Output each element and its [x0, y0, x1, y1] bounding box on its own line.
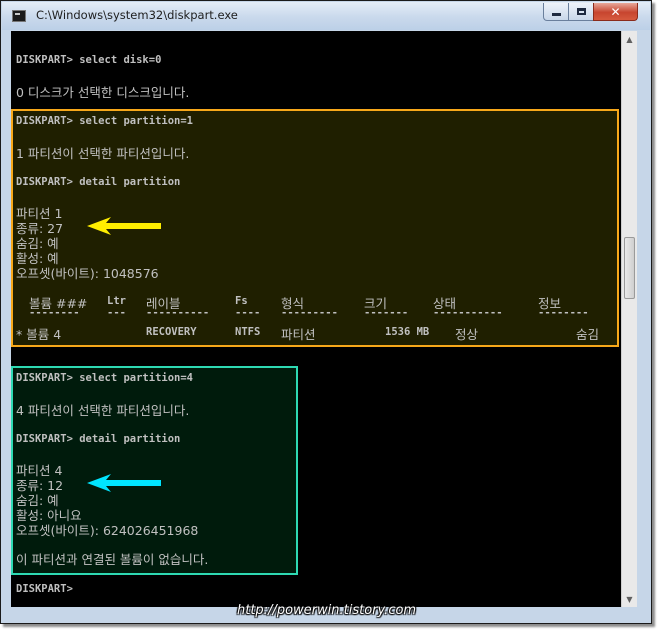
cyan-arrow-icon [87, 474, 161, 492]
console-line-detail-partition-4: DISKPART> detail partition [16, 433, 181, 445]
console-app-icon [12, 10, 26, 22]
vol-sep-label: ---------- [146, 307, 210, 319]
watermark: http://powerwin.tistory.com [237, 603, 417, 618]
title-bar[interactable]: C:\Windows\system32\diskpart.exe ✕ [2, 2, 650, 30]
p4-offset: 오프셋(바이트): 624026451968 [16, 523, 199, 538]
maximize-button[interactable] [568, 3, 594, 21]
yellow-arrow-icon [87, 217, 161, 235]
scrollbar-thumb[interactable] [624, 237, 635, 299]
vol-sep-ltr: --- [107, 307, 126, 319]
console-output[interactable]: DISKPART> select disk=0 0 디스크가 선택한 디스크입니… [11, 31, 621, 607]
console-line-detail-partition-1: DISKPART> detail partition [16, 176, 181, 188]
vol-row-info: 숨김 [576, 327, 600, 342]
console-prompt[interactable]: DISKPART> [16, 583, 73, 595]
vertical-scrollbar[interactable]: ▲ ▼ [621, 31, 637, 607]
console-window: C:\Windows\system32\diskpart.exe ✕ DISKP… [0, 0, 652, 624]
vol-header-fs: Fs [235, 295, 248, 307]
vol-sep-status: ----------- [433, 307, 503, 319]
vol-sep-type: --------- [281, 307, 338, 319]
vol-sep-volume: -------- [29, 307, 80, 319]
vol-row-label: RECOVERY [146, 326, 197, 338]
minimize-icon [551, 13, 561, 16]
vol-row-volume: * 볼륨 4 [16, 327, 62, 342]
minimize-button[interactable] [543, 3, 569, 21]
console-line-disk-selected: 0 디스크가 선택한 디스크입니다. [16, 85, 190, 100]
vol-row-fs: NTFS [235, 326, 261, 338]
vol-row-size: 1536 MB [385, 326, 430, 338]
p1-offset: 오프셋(바이트): 1048576 [16, 266, 159, 281]
maximize-icon [576, 8, 586, 15]
vol-row-status: 정상 [455, 327, 479, 342]
console-line-no-volume: 이 파티션과 연결된 볼륨이 없습니다. [16, 552, 209, 567]
window-title: C:\Windows\system32\diskpart.exe [36, 8, 238, 22]
vol-sep-fs: ---- [235, 307, 261, 319]
console-line-select-partition-4: DISKPART> select partition=4 [16, 372, 194, 384]
vol-row-type: 파티션 [281, 327, 316, 342]
scroll-up-icon[interactable]: ▲ [622, 31, 637, 47]
console-line-select-disk: DISKPART> select disk=0 [16, 54, 162, 66]
vol-sep-size: ------- [364, 307, 409, 319]
vol-sep-info: -------- [538, 307, 589, 319]
console-line-partition-4-selected: 4 파티션이 선택한 파티션입니다. [16, 403, 190, 418]
console-line-select-partition-1: DISKPART> select partition=1 [16, 115, 194, 127]
scroll-down-icon[interactable]: ▼ [622, 591, 637, 607]
console-line-partition-1-selected: 1 파티션이 선택한 파티션입니다. [16, 146, 190, 161]
close-button[interactable]: ✕ [593, 3, 638, 21]
vol-header-ltr: Ltr [107, 295, 126, 307]
close-icon: ✕ [610, 4, 621, 19]
